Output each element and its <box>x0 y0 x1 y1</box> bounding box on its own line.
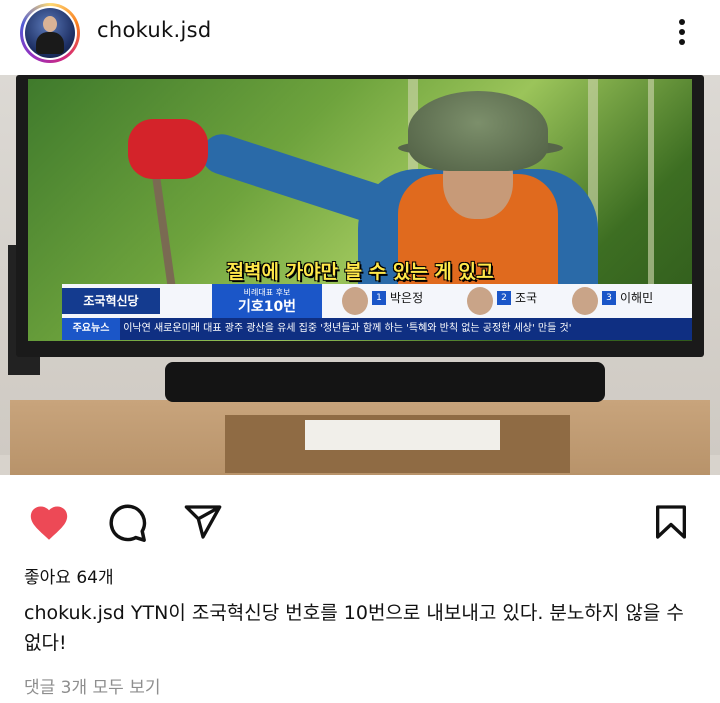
tv: 절벽에 가야만 볼 수 있는 게 있고 조국혁신당 비례대표 후보 기호10번 … <box>16 75 704 357</box>
action-bar <box>0 498 720 548</box>
soundbar <box>165 362 605 402</box>
view-comments-link[interactable]: 댓글 3개 모두 보기 <box>24 673 161 698</box>
username[interactable]: chokuk.jsd <box>97 18 211 42</box>
likes-count[interactable]: 좋아요 64개 <box>24 563 114 588</box>
bookmark-icon[interactable] <box>651 502 691 546</box>
avatar[interactable] <box>20 3 80 63</box>
caption-username[interactable]: chokuk.jsd <box>24 602 125 624</box>
heart-icon[interactable] <box>27 501 71 545</box>
post-header: chokuk.jsd <box>0 0 720 66</box>
more-icon[interactable] <box>670 14 694 50</box>
caption: chokuk.jsd YTN이 조국혁신당 번호를 10번으로 내보내고 있다.… <box>24 598 704 658</box>
post-photo[interactable]: 절벽에 가야만 볼 수 있는 게 있고 조국혁신당 비례대표 후보 기호10번 … <box>0 75 720 475</box>
tv-banner: 조국혁신당 비례대표 후보 기호10번 1 박은정 2 조국 3 이해민 <box>62 284 692 318</box>
tv-subtitle: 절벽에 가야만 볼 수 있는 게 있고 <box>226 261 494 283</box>
tv-screen: 절벽에 가야만 볼 수 있는 게 있고 조국혁신당 비례대표 후보 기호10번 … <box>28 79 692 341</box>
share-icon[interactable] <box>183 502 223 546</box>
tv-ticker: 주요뉴스 이낙연 새로운미래 대표 광주 광산을 유세 집중 '청년들과 함께 … <box>62 318 692 340</box>
banner-logo: 조국혁신당 <box>62 288 160 314</box>
comment-icon[interactable] <box>106 502 148 548</box>
banner-number: 비례대표 후보 기호10번 <box>212 284 322 318</box>
